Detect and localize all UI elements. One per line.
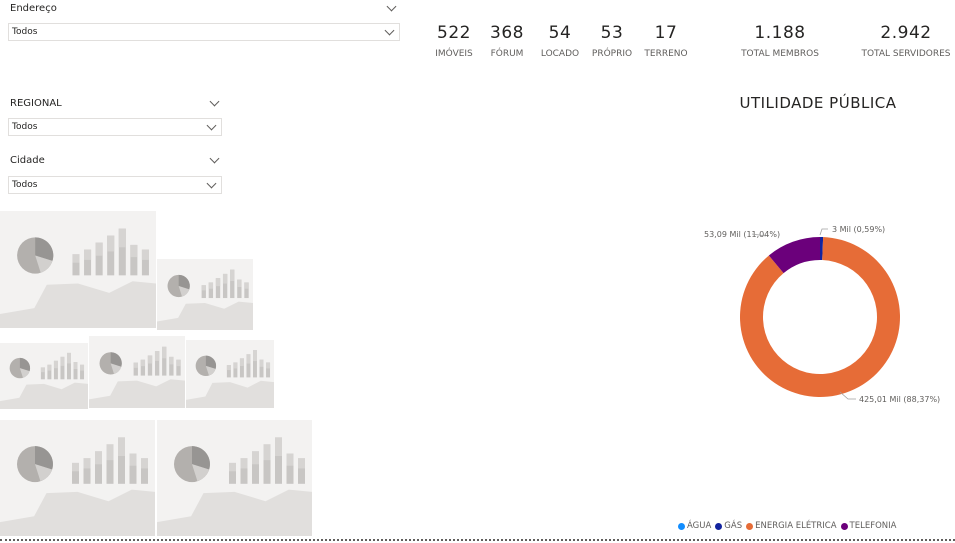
- chevron-down-icon: [384, 25, 395, 36]
- endereco-collapse-chevron-icon[interactable]: [386, 1, 397, 12]
- placeholder-area: [0, 489, 155, 536]
- kpi-label: TOTAL SERVIDORES: [861, 49, 951, 59]
- legend-item-telefonia[interactable]: TELEFONIA: [840, 521, 897, 531]
- kpi-imoveis: 522 IMÓVEIS: [432, 23, 476, 59]
- placeholder-area: [0, 281, 156, 328]
- loading-placeholder-visual: [157, 259, 253, 330]
- kpi-value: 2.942: [880, 23, 932, 43]
- loading-placeholder-visual: [0, 420, 155, 536]
- placeholder-area: [186, 380, 274, 408]
- legend-dot-icon: [840, 522, 848, 530]
- legend-label: ÁGUA: [687, 521, 712, 531]
- legend-label: TELEFONIA: [849, 521, 897, 531]
- kpi-terreno: 17 TERRENO: [643, 23, 689, 59]
- kpi-label: TOTAL MEMBROS: [741, 49, 819, 59]
- kpi-label: IMÓVEIS: [435, 49, 473, 59]
- kpi-value: 1.188: [754, 23, 806, 43]
- regional-slicer-title: REGIONAL: [10, 98, 62, 109]
- kpi-total-membros: 1.188 TOTAL MEMBROS: [735, 23, 825, 59]
- energia-leader-line: [839, 391, 856, 400]
- kpi-label: LOCADO: [540, 49, 580, 59]
- kpi-value: 54: [548, 23, 572, 43]
- kpi-total-servidores: 2.942 TOTAL SERVIDORES: [858, 23, 954, 59]
- legend-dot-icon: [715, 522, 723, 530]
- placeholder-area: [89, 379, 185, 408]
- page-bottom-border: [0, 539, 955, 541]
- kpi-value: 53: [600, 23, 624, 43]
- chart-legend: ÁGUA GÁS ENERGIA ELÉTRICA TELEFONIA: [678, 521, 896, 531]
- cidade-dropdown[interactable]: Todos: [8, 176, 222, 194]
- kpi-value: 522: [437, 23, 471, 43]
- kpi-proprio: 53 PRÓPRIO: [590, 23, 634, 59]
- loading-placeholder-visual: [0, 211, 156, 328]
- kpi-label: TERRENO: [644, 49, 688, 59]
- regional-collapse-chevron-icon[interactable]: [209, 96, 220, 107]
- telefonia-leader-line: [751, 233, 767, 237]
- endereco-dropdown-value: Todos: [12, 27, 38, 37]
- legend-dot-icon: [746, 522, 754, 530]
- legend-label: ENERGIA ELÉTRICA: [755, 521, 837, 531]
- gas-leader-line: [819, 228, 828, 236]
- legend-item-gas[interactable]: GÁS: [715, 521, 742, 531]
- kpi-value: 368: [490, 23, 524, 43]
- loading-placeholder-visual: [0, 343, 88, 409]
- chevron-down-icon: [206, 120, 217, 131]
- kpi-label: PRÓPRIO: [591, 49, 633, 59]
- chart-title: UTILIDADE PÚBLICA: [739, 94, 897, 112]
- placeholder-area: [0, 382, 88, 409]
- legend-dot-icon: [678, 522, 685, 530]
- legend-item-energia[interactable]: ENERGIA ELÉTRICA: [746, 521, 837, 531]
- cidade-collapse-chevron-icon[interactable]: [209, 153, 220, 164]
- kpi-forum: 368 FÓRUM: [485, 23, 529, 59]
- kpi-label: FÓRUM: [490, 49, 524, 59]
- endereco-dropdown[interactable]: Todos: [8, 23, 400, 41]
- placeholder-area: [157, 489, 312, 536]
- placeholder-area: [157, 301, 253, 330]
- cidade-dropdown-value: Todos: [12, 180, 38, 190]
- regional-dropdown[interactable]: Todos: [8, 118, 222, 136]
- loading-placeholder-visual: [89, 336, 185, 408]
- cidade-slicer-title: Cidade: [10, 155, 45, 166]
- kpi-value: 17: [654, 23, 678, 43]
- loading-placeholder-visual: [186, 340, 274, 408]
- chevron-down-icon: [206, 178, 217, 189]
- legend-item-agua[interactable]: ÁGUA: [678, 521, 711, 531]
- loading-placeholder-visual: [157, 420, 312, 536]
- kpi-locado: 54 LOCADO: [538, 23, 582, 59]
- regional-dropdown-value: Todos: [12, 122, 38, 132]
- endereco-slicer-title: Endereço: [10, 3, 57, 14]
- legend-label: GÁS: [724, 521, 743, 531]
- data-label-leaders: [751, 228, 856, 400]
